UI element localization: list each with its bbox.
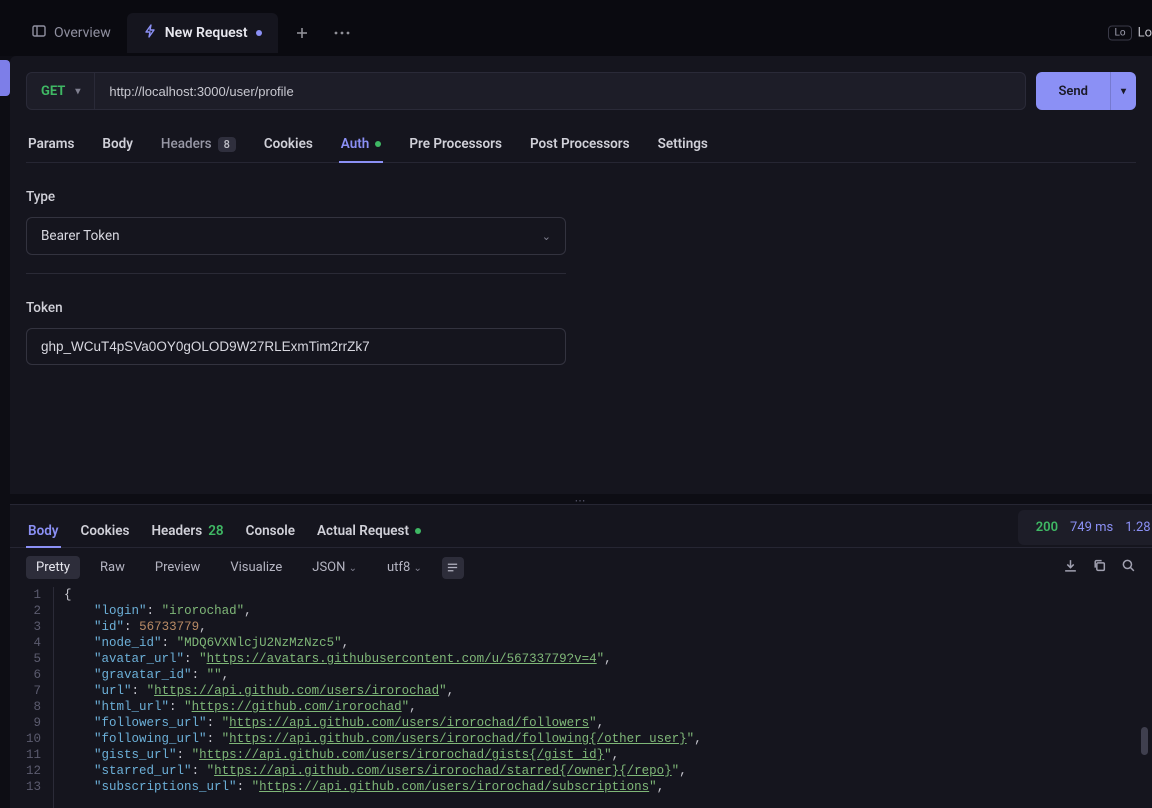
encoding-select[interactable]: utf8 ⌄ [377, 556, 432, 579]
auth-body: Type Bearer Token ⌄ Token [26, 163, 566, 391]
chevron-down-icon: ⌄ [542, 230, 551, 243]
auth-type-value: Bearer Token [41, 228, 120, 244]
tab-cookies[interactable]: Cookies [262, 126, 315, 162]
resp-tab-actual[interactable]: Actual Request [315, 515, 423, 547]
tab-auth[interactable]: Auth [339, 126, 384, 162]
response-toolbar: Pretty Raw Preview Visualize JSON ⌄ utf8… [10, 548, 1152, 587]
status-time: 749 ms [1070, 520, 1113, 535]
tab-params[interactable]: Params [26, 126, 76, 162]
auth-type-label: Type [26, 189, 566, 205]
tab-headers[interactable]: Headers 8 [159, 126, 238, 162]
json-content: { "login": "irorochad", "id": 56733779, … [53, 587, 702, 808]
response-tabs: Body Cookies Headers 28 Console Actual R… [10, 505, 1152, 548]
format-select[interactable]: JSON ⌄ [302, 556, 367, 579]
line-gutter: 1 2 3 4 5 6 7 8 9 10 11 12 13 [26, 587, 53, 808]
local-chip: Lo [1108, 26, 1131, 41]
resp-tab-body[interactable]: Body [26, 515, 61, 547]
tab-pre-processors[interactable]: Pre Processors [407, 126, 504, 162]
lightning-icon [143, 24, 157, 42]
resp-tab-console[interactable]: Console [244, 515, 297, 547]
panel-icon [32, 24, 46, 42]
request-panel: GET ▾ Send ▾ Params Body Headers 8 Cooki… [10, 56, 1152, 494]
download-button[interactable] [1063, 558, 1078, 577]
tab-body[interactable]: Body [100, 126, 135, 162]
status-size: 1.28 K [1125, 520, 1152, 535]
status-code: 200 [1036, 520, 1058, 535]
method-select[interactable]: GET ▾ [27, 73, 95, 109]
response-status: 200 749 ms 1.28 K [1018, 510, 1152, 545]
tab-more-button[interactable] [326, 17, 358, 49]
panel-resize-grip[interactable]: ⋯ [10, 494, 1152, 504]
headers-count: 8 [218, 137, 236, 152]
tab-new-request[interactable]: New Request [127, 13, 278, 53]
tab-settings[interactable]: Settings [656, 126, 710, 162]
resp-tab-cookies[interactable]: Cookies [79, 515, 132, 547]
method-label: GET [41, 84, 65, 99]
tabs-bar: Overview New Request Lo Lo [0, 10, 1152, 56]
url-input[interactable] [95, 73, 1025, 109]
search-button[interactable] [1121, 558, 1136, 577]
chevron-down-icon: ⌄ [414, 563, 422, 574]
view-preview[interactable]: Preview [145, 556, 210, 579]
left-accent [0, 60, 10, 96]
view-pretty[interactable]: Pretty [26, 556, 80, 579]
wrap-toggle[interactable] [442, 557, 464, 579]
chevron-down-icon: ⌄ [349, 563, 357, 574]
token-input[interactable] [26, 328, 566, 365]
request-tabs: Params Body Headers 8 Cookies Auth Pre P… [26, 126, 1136, 163]
local-badge[interactable]: Lo Lo [1108, 26, 1152, 41]
divider [26, 273, 566, 274]
resp-tab-headers[interactable]: Headers 28 [149, 515, 225, 547]
tab-new-request-label: New Request [165, 25, 248, 41]
tab-overview-label: Overview [54, 25, 111, 41]
auth-active-dot-icon [375, 141, 381, 147]
auth-type-select[interactable]: Bearer Token ⌄ [26, 217, 566, 255]
token-label: Token [26, 300, 566, 316]
tab-post-processors[interactable]: Post Processors [528, 126, 632, 162]
resp-headers-count: 28 [208, 523, 223, 539]
send-label: Send [1036, 72, 1110, 110]
local-label: Lo [1138, 26, 1152, 41]
copy-button[interactable] [1092, 558, 1107, 577]
response-body[interactable]: 1 2 3 4 5 6 7 8 9 10 11 12 13 { "login":… [10, 587, 1152, 808]
new-tab-button[interactable] [286, 17, 318, 49]
method-url-bar: GET ▾ [26, 72, 1026, 110]
view-visualize[interactable]: Visualize [220, 556, 292, 579]
tab-overview[interactable]: Overview [16, 13, 127, 53]
view-raw[interactable]: Raw [90, 556, 135, 579]
chevron-down-icon: ▾ [75, 86, 80, 97]
scrollbar[interactable] [1141, 727, 1148, 755]
actual-active-dot-icon [415, 528, 421, 534]
response-panel: Body Cookies Headers 28 Console Actual R… [10, 504, 1152, 808]
unsaved-dot-icon [256, 30, 262, 36]
send-button[interactable]: Send ▾ [1036, 72, 1136, 110]
send-dropdown[interactable]: ▾ [1110, 72, 1136, 110]
